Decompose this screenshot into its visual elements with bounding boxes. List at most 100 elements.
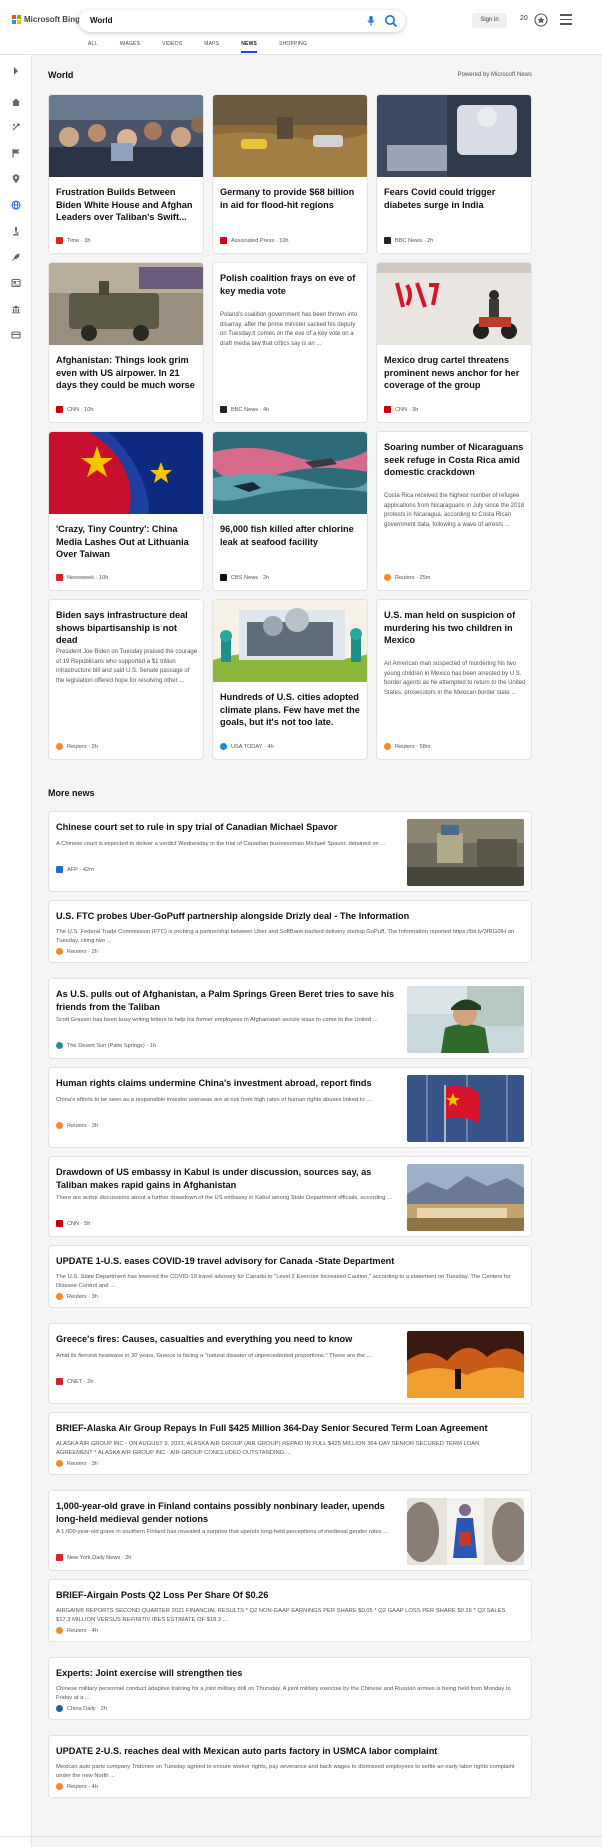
bing-logo[interactable]: Microsoft Bing xyxy=(12,15,80,24)
hamburger-menu-icon[interactable] xyxy=(560,14,572,26)
card-title[interactable]: Hundreds of U.S. cities adopted climate … xyxy=(220,691,362,729)
news-source[interactable]: Reuters · 3h xyxy=(56,1293,98,1300)
card-title[interactable]: 96,000 fish killed after chlorine leak a… xyxy=(220,523,362,548)
news-title[interactable]: Experts: Joint exercise will strengthen … xyxy=(56,1667,516,1680)
flag-icon[interactable] xyxy=(10,147,22,159)
news-title[interactable]: U.S. FTC probes Uber-GoPuff partnership … xyxy=(56,910,516,923)
card-icon[interactable] xyxy=(10,329,22,341)
news-list-item[interactable]: UPDATE 1-U.S. eases COVID-19 travel advi… xyxy=(48,1245,532,1308)
news-list-item[interactable]: Greece's fires: Causes, casualties and e… xyxy=(48,1323,532,1404)
news-card[interactable]: Polish coalition frays on eve of key med… xyxy=(212,262,368,423)
news-source[interactable]: China Daily · 2h xyxy=(56,1705,107,1712)
card-source[interactable]: BBC News · 2h xyxy=(384,237,433,244)
news-card[interactable]: Germany to provide $68 billion in aid fo… xyxy=(212,94,368,254)
card-title[interactable]: Polish coalition frays on eve of key med… xyxy=(220,272,362,297)
card-source[interactable]: BBC News · 4h xyxy=(220,406,269,413)
news-title[interactable]: 1,000-year-old grave in Finland contains… xyxy=(56,1500,396,1525)
location-pin-icon[interactable] xyxy=(10,173,22,185)
card-title[interactable]: Afghanistan: Things look grim even with … xyxy=(56,354,198,392)
card-title[interactable]: Frustration Builds Between Biden White H… xyxy=(56,186,198,224)
news-card[interactable]: 96,000 fish killed after chlorine leak a… xyxy=(212,431,368,591)
news-card[interactable]: Hundreds of U.S. cities adopted climate … xyxy=(212,599,368,760)
bbc-logo-icon xyxy=(384,237,391,244)
rewards-medal-icon[interactable] xyxy=(533,12,549,28)
news-source[interactable]: Reuters · 3h xyxy=(56,1460,98,1467)
news-source[interactable]: CNN · 5h xyxy=(56,1220,90,1227)
card-title[interactable]: 'Crazy, Tiny Country': China Media Lashe… xyxy=(56,523,198,561)
news-source[interactable]: Reuters · 2h xyxy=(56,948,98,955)
powered-by[interactable]: Powered by Microsoft News xyxy=(458,72,532,78)
news-source[interactable]: CNET · 2h xyxy=(56,1378,93,1385)
search-input[interactable]: World xyxy=(90,16,113,25)
card-source[interactable]: CNN · 3h xyxy=(384,406,418,413)
news-card[interactable]: Frustration Builds Between Biden White H… xyxy=(48,94,204,254)
search-icon[interactable] xyxy=(383,13,399,29)
search-box[interactable]: World xyxy=(79,10,405,32)
news-title[interactable]: UPDATE 2-U.S. reaches deal with Mexican … xyxy=(56,1745,516,1758)
card-source[interactable]: Newsweek · 10h xyxy=(56,574,108,581)
discover-icon[interactable] xyxy=(10,121,22,133)
card-source[interactable]: Reuters · 2h xyxy=(56,743,98,750)
news-icon[interactable] xyxy=(10,277,22,289)
card-title[interactable]: Biden says infrastructure deal shows bip… xyxy=(56,609,198,647)
news-list-item[interactable]: UPDATE 2-U.S. reaches deal with Mexican … xyxy=(48,1735,532,1798)
news-source[interactable]: Reuters · 3h xyxy=(56,1122,98,1129)
card-source[interactable]: CBS News · 2h xyxy=(220,574,269,581)
scope-images[interactable]: IMAGES xyxy=(120,41,141,53)
card-title[interactable]: Mexico drug cartel threatens prominent n… xyxy=(384,354,526,392)
news-list-item[interactable]: BRIEF-Airgain Posts Q2 Loss Per Share Of… xyxy=(48,1579,532,1642)
rocket-icon[interactable] xyxy=(10,251,22,263)
news-list-item[interactable]: U.S. FTC probes Uber-GoPuff partnership … xyxy=(48,900,532,963)
card-title[interactable]: Fears Covid could trigger diabetes surge… xyxy=(384,186,526,211)
news-source[interactable]: Reuters · 4h xyxy=(56,1783,98,1790)
news-list-item[interactable]: As U.S. pulls out of Afghanistan, a Palm… xyxy=(48,978,532,1059)
card-title[interactable]: Soaring number of Nicaraguans seek refug… xyxy=(384,441,526,479)
scope-shopping[interactable]: SHOPPING xyxy=(279,41,307,53)
news-list-item[interactable]: 1,000-year-old grave in Finland contains… xyxy=(48,1490,532,1571)
scope-videos[interactable]: VIDEOS xyxy=(162,41,182,53)
news-source[interactable]: AFP · 42m xyxy=(56,866,94,873)
news-title[interactable]: UPDATE 1-U.S. eases COVID-19 travel advi… xyxy=(56,1255,516,1268)
news-source[interactable]: Reuters · 4h xyxy=(56,1627,98,1634)
card-source[interactable]: Reuters · 58m xyxy=(384,743,430,750)
building-icon[interactable] xyxy=(10,303,22,315)
news-card[interactable]: 'Crazy, Tiny Country': China Media Lashe… xyxy=(48,431,204,591)
news-card[interactable]: Mexico drug cartel threatens prominent n… xyxy=(376,262,532,423)
scope-all[interactable]: ALL xyxy=(88,41,98,53)
news-title[interactable]: As U.S. pulls out of Afghanistan, a Palm… xyxy=(56,988,396,1013)
home-icon[interactable] xyxy=(10,96,22,108)
news-card[interactable]: Afghanistan: Things look grim even with … xyxy=(48,262,204,423)
news-source[interactable]: New York Daily News · 2h xyxy=(56,1554,131,1561)
sign-in-button[interactable]: Sign in xyxy=(472,13,507,28)
microphone-icon[interactable] xyxy=(365,15,377,27)
card-source[interactable]: Time · 3h xyxy=(56,237,90,244)
news-title[interactable]: BRIEF-Alaska Air Group Repays In Full $4… xyxy=(56,1422,516,1435)
news-card[interactable]: Biden says infrastructure deal shows bip… xyxy=(48,599,204,760)
news-card[interactable]: Fears Covid could trigger diabetes surge… xyxy=(376,94,532,254)
news-source[interactable]: The Desert Sun (Palm Springs) · 1h xyxy=(56,1042,156,1049)
card-title[interactable]: U.S. man held on suspicion of murdering … xyxy=(384,609,526,647)
scope-maps[interactable]: MAPS xyxy=(204,41,219,53)
news-title[interactable]: Chinese court set to rule in spy trial o… xyxy=(56,821,396,834)
card-source[interactable]: Associated Press · 10h xyxy=(220,237,289,244)
news-list-item[interactable]: Drawdown of US embassy in Kabul is under… xyxy=(48,1156,532,1237)
card-title[interactable]: Germany to provide $68 billion in aid fo… xyxy=(220,186,362,211)
news-card[interactable]: Soaring number of Nicaraguans seek refug… xyxy=(376,431,532,591)
card-source[interactable]: USA TODAY · 4h xyxy=(220,743,274,750)
news-list-item[interactable]: Human rights claims undermine China's in… xyxy=(48,1067,532,1148)
news-title[interactable]: Human rights claims undermine China's in… xyxy=(56,1077,396,1090)
microscope-icon[interactable] xyxy=(10,225,22,237)
news-list-item[interactable]: Chinese court set to rule in spy trial o… xyxy=(48,811,532,892)
scope-news[interactable]: NEWS xyxy=(241,41,258,53)
rewards-points[interactable]: 20 xyxy=(520,15,528,22)
news-card[interactable]: U.S. man held on suspicion of murdering … xyxy=(376,599,532,760)
card-source[interactable]: Reuters · 25m xyxy=(384,574,430,581)
news-title[interactable]: Drawdown of US embassy in Kabul is under… xyxy=(56,1166,396,1191)
news-title[interactable]: BRIEF-Airgain Posts Q2 Loss Per Share Of… xyxy=(56,1589,516,1602)
news-list-item[interactable]: Experts: Joint exercise will strengthen … xyxy=(48,1657,532,1720)
chevron-right-icon[interactable] xyxy=(10,65,22,77)
news-title[interactable]: Greece's fires: Causes, casualties and e… xyxy=(56,1333,396,1346)
card-source[interactable]: CNN · 10h xyxy=(56,406,93,413)
globe-icon[interactable] xyxy=(10,199,22,211)
news-list-item[interactable]: BRIEF-Alaska Air Group Repays In Full $4… xyxy=(48,1412,532,1475)
